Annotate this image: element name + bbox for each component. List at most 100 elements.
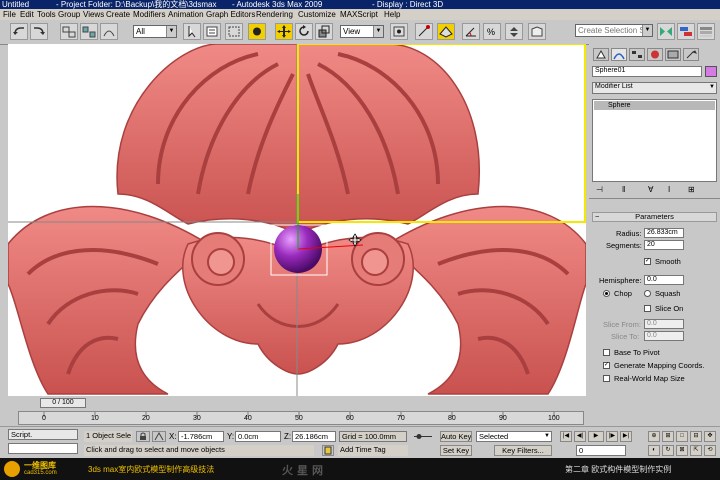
selected-filter-dropdown[interactable]: Selected ▼ xyxy=(476,431,552,442)
select-and-scale-button[interactable] xyxy=(315,23,333,40)
display-tab-icon[interactable] xyxy=(665,48,681,61)
hierarchy-tab-icon[interactable] xyxy=(629,48,645,61)
object-color-swatch[interactable] xyxy=(705,66,717,77)
snaps-toggle-button[interactable] xyxy=(437,23,455,40)
menu-animation[interactable]: Animation xyxy=(168,9,204,20)
next-frame-button[interactable]: |▶ xyxy=(606,431,618,442)
generate-mapping-checkbox[interactable]: ✓ xyxy=(603,362,610,369)
lock-selection-icon[interactable] xyxy=(136,431,150,442)
maximize-viewport-icon[interactable]: ⊠ xyxy=(676,445,688,456)
current-frame-field[interactable]: 0 xyxy=(576,445,626,456)
show-end-result-icon[interactable]: ‖ xyxy=(622,185,625,194)
go-to-end-button[interactable]: ▶| xyxy=(620,431,632,442)
x-coord-field[interactable]: -1.786cm xyxy=(178,431,224,442)
previous-frame-button[interactable]: ◀| xyxy=(574,431,586,442)
unlink-button[interactable] xyxy=(80,23,98,40)
redo-button[interactable] xyxy=(30,23,48,40)
selection-filter-dropdown[interactable]: All ▼ xyxy=(133,25,177,38)
tick-label-0: 0 xyxy=(42,415,46,422)
modify-tab-icon[interactable] xyxy=(611,48,627,61)
motion-tab-icon[interactable] xyxy=(647,48,663,61)
perspective-viewport[interactable] xyxy=(8,44,586,396)
y-coord-field[interactable]: 0.0cm xyxy=(235,431,281,442)
smooth-checkbox[interactable]: ✓ xyxy=(644,258,651,265)
menu-customize[interactable]: Customize xyxy=(298,9,336,20)
select-and-rotate-button[interactable] xyxy=(295,23,313,40)
slice-from-spinner[interactable]: 0.0 xyxy=(644,319,684,329)
menu-maxscript[interactable]: MAXScript xyxy=(340,9,378,20)
named-selection-set-dropdown[interactable]: Create Selection Se ▼ xyxy=(575,24,653,37)
time-slider-thumb[interactable]: 0 / 100 xyxy=(40,398,86,408)
parameters-rollout-header[interactable]: − Parameters xyxy=(592,212,717,222)
percent-snap-button[interactable]: % xyxy=(483,23,501,40)
walk-through-icon[interactable]: ⇱ xyxy=(690,445,702,456)
play-button[interactable]: ▶ xyxy=(588,431,604,442)
base-to-pivot-checkbox[interactable] xyxy=(603,349,610,356)
orbit-icon[interactable]: ↻ xyxy=(662,445,674,456)
maxscript-mini-listener[interactable] xyxy=(8,443,78,454)
slice-to-spinner[interactable]: 0.0 xyxy=(644,331,684,341)
hemisphere-spinner[interactable]: 0.0 xyxy=(644,275,684,285)
pin-stack-icon[interactable]: ⊣ xyxy=(596,185,603,194)
pan-view-icon[interactable]: ✥ xyxy=(704,431,716,442)
edit-named-selection-button[interactable] xyxy=(528,23,546,40)
modifier-list-dropdown[interactable]: Modifier List ▼ xyxy=(592,82,717,94)
slice-on-checkbox[interactable] xyxy=(644,305,651,312)
menu-modifiers[interactable]: Modifiers xyxy=(133,9,165,20)
zoom-viewport-icon[interactable]: ⊕ xyxy=(648,431,660,442)
menu-tools[interactable]: Tools xyxy=(37,9,56,20)
go-to-start-button[interactable]: |◀ xyxy=(560,431,572,442)
remove-modifier-icon[interactable]: ⅼ xyxy=(668,185,670,194)
menu-rendering[interactable]: Rendering xyxy=(256,9,293,20)
menu-group[interactable]: Group xyxy=(58,9,80,20)
select-and-move-button[interactable] xyxy=(275,23,293,40)
utilities-tab-icon[interactable] xyxy=(683,48,699,61)
pivot-center-button[interactable] xyxy=(390,23,408,40)
menu-file[interactable]: File xyxy=(3,9,16,20)
rect-selection-region-button[interactable] xyxy=(225,23,243,40)
mirror-button[interactable] xyxy=(657,23,675,40)
zoom-extents-icon[interactable]: □ xyxy=(676,431,688,442)
squash-radio[interactable] xyxy=(644,290,651,297)
radius-spinner[interactable]: 26.833cm xyxy=(644,228,684,238)
create-tab-icon[interactable] xyxy=(593,48,609,61)
make-unique-icon[interactable]: ∀ xyxy=(648,185,653,194)
track-bar[interactable]: 0 10 20 30 40 50 60 70 80 90 100 xyxy=(18,411,584,425)
realworld-map-checkbox[interactable] xyxy=(603,375,610,382)
menu-graph-editors[interactable]: Graph Editors xyxy=(206,9,255,20)
auto-key-button[interactable]: Auto Key xyxy=(440,431,472,442)
select-link-button[interactable] xyxy=(60,23,78,40)
select-object-button[interactable] xyxy=(183,23,201,40)
stack-item-sphere[interactable]: Sphere xyxy=(594,101,715,110)
menu-create[interactable]: Create xyxy=(106,9,130,20)
bind-spacewarp-button[interactable] xyxy=(100,23,118,40)
undo-button[interactable] xyxy=(10,23,28,40)
align-button[interactable] xyxy=(677,23,695,40)
zoom-extents-all-icon[interactable]: ⊟ xyxy=(690,431,702,442)
key-filters-button[interactable]: Key Filters... xyxy=(494,445,552,456)
z-coord-field[interactable]: 26.186cm xyxy=(292,431,336,442)
layer-manager-button[interactable] xyxy=(697,23,715,40)
absolute-mode-icon[interactable] xyxy=(152,431,166,442)
arc-rotate-icon[interactable]: ⟲ xyxy=(704,445,716,456)
menu-help[interactable]: Help xyxy=(384,9,400,20)
menu-edit[interactable]: Edit xyxy=(20,9,34,20)
set-key-button[interactable]: Set Key xyxy=(440,445,472,456)
select-manipulate-button[interactable] xyxy=(415,23,433,40)
segments-spinner[interactable]: 20 xyxy=(644,240,684,250)
chop-radio[interactable] xyxy=(603,290,610,297)
window-crossing-button[interactable] xyxy=(248,23,266,40)
zoom-all-icon[interactable]: ⊞ xyxy=(662,431,674,442)
spinner-snap-button[interactable] xyxy=(505,23,523,40)
angle-snap-button[interactable] xyxy=(462,23,480,40)
select-by-name-button[interactable] xyxy=(203,23,221,40)
add-time-tag-label[interactable]: Add Time Tag xyxy=(338,445,408,456)
object-name-field[interactable]: Sphere01 xyxy=(592,66,702,77)
configure-modifier-sets-icon[interactable]: ⊞ xyxy=(688,185,695,194)
maxscript-listener[interactable]: Script. xyxy=(8,429,78,440)
reference-coordinate-dropdown[interactable]: View ▼ xyxy=(340,25,384,38)
menu-views[interactable]: Views xyxy=(83,9,104,20)
field-of-view-icon[interactable]: ◐ xyxy=(648,445,660,456)
add-time-tag-icon[interactable] xyxy=(322,445,334,456)
time-tag-toggle-icon[interactable] xyxy=(412,432,434,441)
